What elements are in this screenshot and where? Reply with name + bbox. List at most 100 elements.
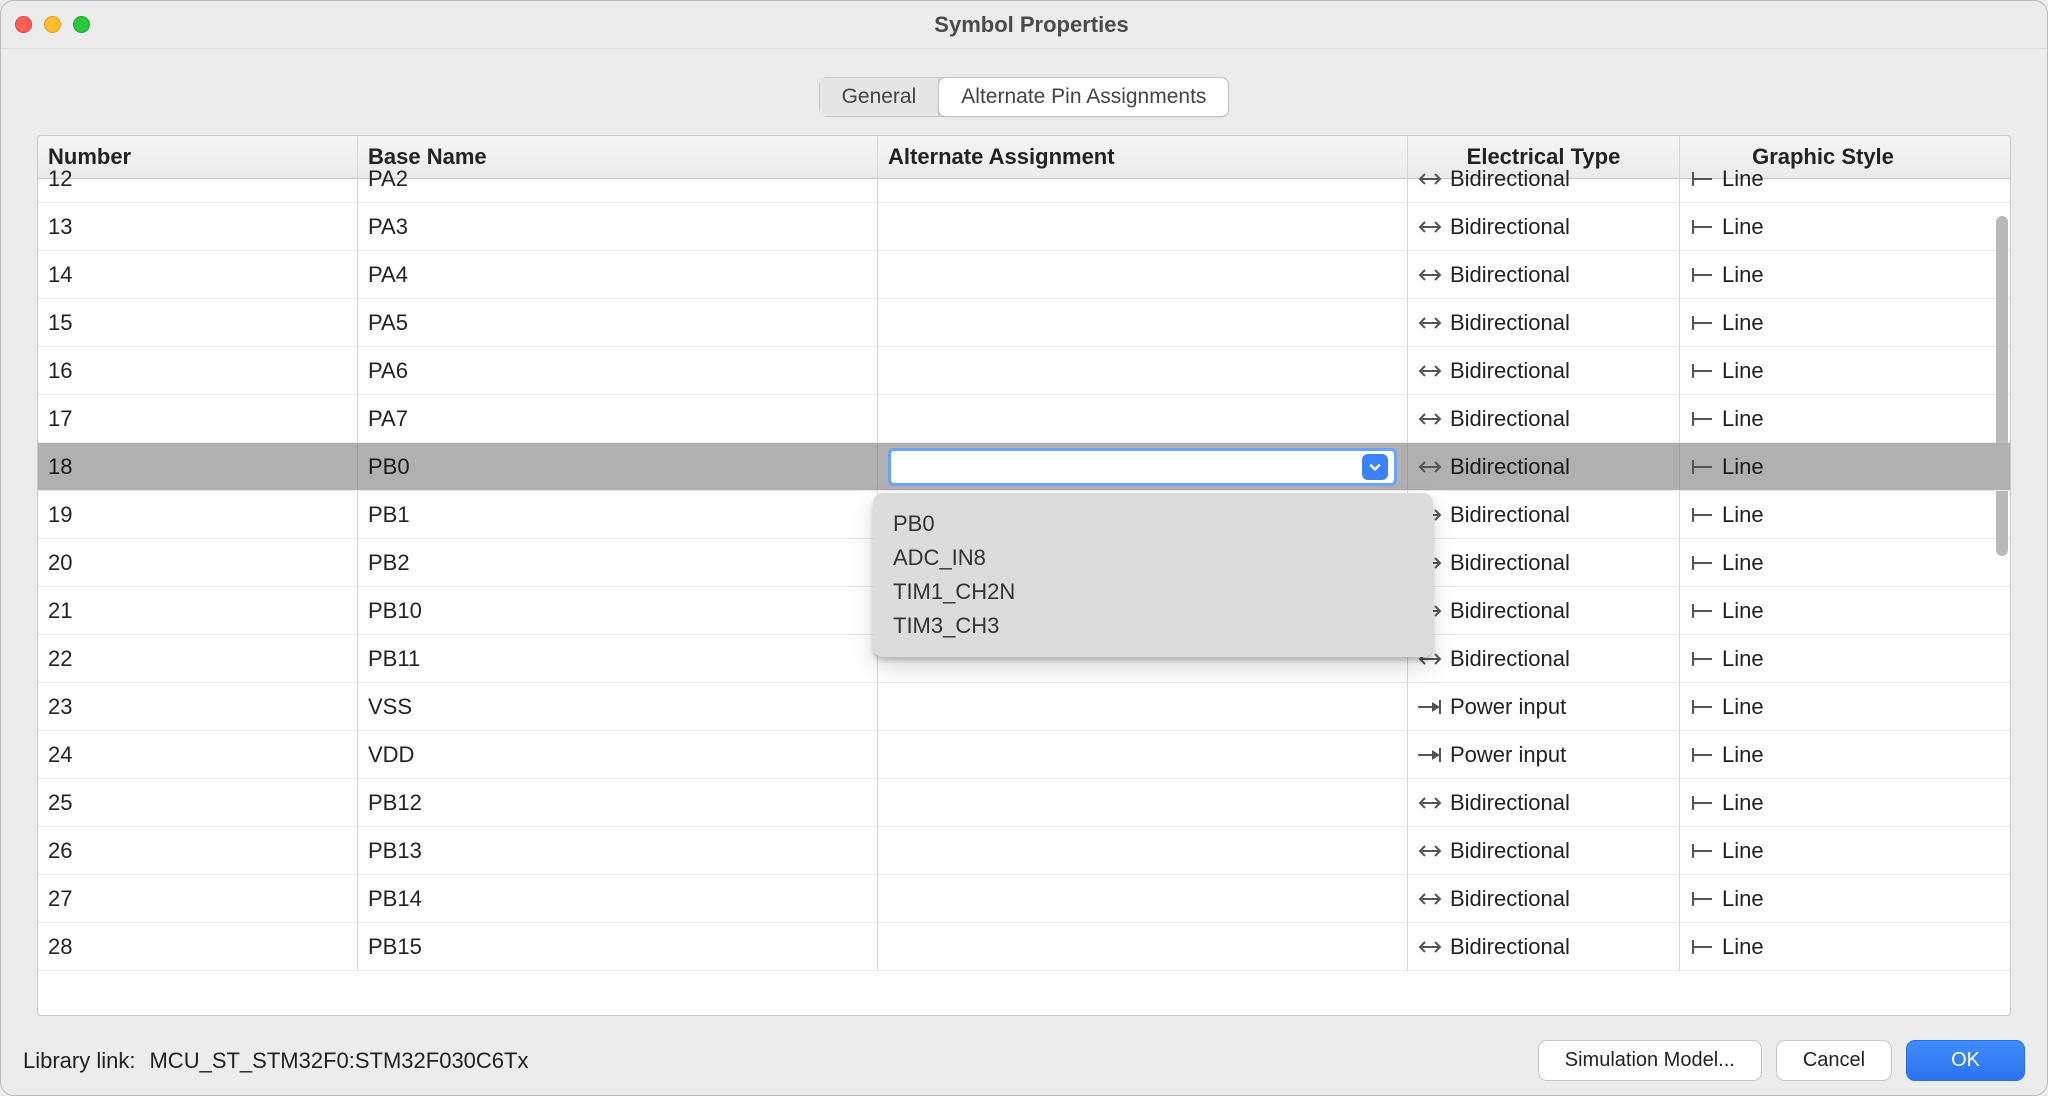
cell-graphic-style[interactable]: Line [1680, 779, 1966, 826]
cell-electrical-type[interactable]: Bidirectional [1408, 923, 1680, 970]
cell-electrical-type[interactable]: Bidirectional [1408, 347, 1680, 394]
cell-number[interactable]: 22 [38, 635, 358, 682]
cell-electrical-type[interactable]: Bidirectional [1408, 203, 1680, 250]
cell-electrical-type[interactable]: Bidirectional [1408, 539, 1680, 586]
cell-base-name[interactable]: PB2 [358, 539, 878, 586]
cell-number[interactable]: 20 [38, 539, 358, 586]
table-body[interactable]: 12PA2BidirectionalLine13PA3Bidirectional… [38, 155, 2010, 1015]
vertical-scrollbar[interactable] [1996, 216, 2008, 556]
cell-graphic-style[interactable]: Line [1680, 827, 1966, 874]
cell-alternate[interactable] [878, 683, 1408, 730]
cell-electrical-type[interactable]: Bidirectional [1408, 299, 1680, 346]
cell-base-name[interactable]: VDD [358, 731, 878, 778]
cell-graphic-style[interactable]: Line [1680, 587, 1966, 634]
cell-alternate[interactable] [878, 875, 1408, 922]
dropdown-item[interactable]: ADC_IN8 [891, 541, 1415, 575]
cell-graphic-style[interactable]: Line [1680, 923, 1966, 970]
tab-alternate-pin-assignments[interactable]: Alternate Pin Assignments [938, 77, 1229, 117]
cell-base-name[interactable]: PB13 [358, 827, 878, 874]
cell-number[interactable]: 13 [38, 203, 358, 250]
cell-graphic-style[interactable]: Line [1680, 299, 1966, 346]
chevron-down-icon[interactable] [1362, 454, 1388, 480]
table-row[interactable]: 28PB15 BidirectionalLine [38, 923, 2010, 971]
cell-electrical-type[interactable]: Bidirectional [1408, 155, 1680, 202]
cell-base-name[interactable]: VSS [358, 683, 878, 730]
table-row[interactable]: 25PB12 BidirectionalLine [38, 779, 2010, 827]
cell-electrical-type[interactable]: Bidirectional [1408, 491, 1680, 538]
cell-electrical-type[interactable]: Bidirectional [1408, 635, 1680, 682]
cell-electrical-type[interactable]: Power input [1408, 731, 1680, 778]
table-row[interactable]: 24VDD Power inputLine [38, 731, 2010, 779]
table-row[interactable]: 26PB13 BidirectionalLine [38, 827, 2010, 875]
zoom-window-button[interactable] [73, 16, 90, 33]
cell-base-name[interactable]: PA4 [358, 251, 878, 298]
dropdown-item[interactable]: TIM1_CH2N [891, 575, 1415, 609]
cell-electrical-type[interactable]: Bidirectional [1408, 779, 1680, 826]
cell-graphic-style[interactable]: Line [1680, 539, 1966, 586]
alternate-combo[interactable]: PB0ADC_IN8TIM1_CH2NTIM3_CH3 [888, 448, 1397, 486]
minimize-window-button[interactable] [44, 16, 61, 33]
cell-base-name[interactable]: PB14 [358, 875, 878, 922]
cell-alternate[interactable] [878, 347, 1408, 394]
table-row[interactable]: 27PB14 BidirectionalLine [38, 875, 2010, 923]
cell-base-name[interactable]: PA2 [358, 155, 878, 202]
cell-base-name[interactable]: PA7 [358, 395, 878, 442]
cell-electrical-type[interactable]: Bidirectional [1408, 875, 1680, 922]
alternate-dropdown[interactable]: PB0ADC_IN8TIM1_CH2NTIM3_CH3 [873, 493, 1433, 657]
cell-graphic-style[interactable]: Line [1680, 203, 1966, 250]
cell-graphic-style[interactable]: Line [1680, 683, 1966, 730]
cell-electrical-type[interactable]: Bidirectional [1408, 827, 1680, 874]
cell-electrical-type[interactable]: Bidirectional [1408, 443, 1680, 490]
cell-number[interactable]: 28 [38, 923, 358, 970]
cell-number[interactable]: 27 [38, 875, 358, 922]
cell-alternate[interactable] [878, 155, 1408, 202]
cell-base-name[interactable]: PB15 [358, 923, 878, 970]
cell-graphic-style[interactable]: Line [1680, 731, 1966, 778]
close-window-button[interactable] [15, 16, 32, 33]
cell-number[interactable]: 12 [38, 155, 358, 202]
cell-graphic-style[interactable]: Line [1680, 443, 1966, 490]
table-row[interactable]: 16PA6BidirectionalLine [38, 347, 2010, 395]
cell-graphic-style[interactable]: Line [1680, 395, 1966, 442]
cell-number[interactable]: 19 [38, 491, 358, 538]
cell-number[interactable]: 14 [38, 251, 358, 298]
cell-number[interactable]: 26 [38, 827, 358, 874]
table-row[interactable]: 14PA4BidirectionalLine [38, 251, 2010, 299]
alternate-combo-input[interactable] [899, 455, 1362, 478]
cell-electrical-type[interactable]: Bidirectional [1408, 587, 1680, 634]
table-row[interactable]: 18PB0 PB0ADC_IN8TIM1_CH2NTIM3_CH3 Bidirect… [38, 443, 2010, 491]
cell-graphic-style[interactable]: Line [1680, 635, 1966, 682]
dropdown-item[interactable]: PB0 [891, 507, 1415, 541]
cell-number[interactable]: 17 [38, 395, 358, 442]
cell-number[interactable]: 24 [38, 731, 358, 778]
cell-alternate[interactable] [878, 779, 1408, 826]
cell-graphic-style[interactable]: Line [1680, 875, 1966, 922]
table-row[interactable]: 13PA3BidirectionalLine [38, 203, 2010, 251]
table-row[interactable]: 15PA5BidirectionalLine [38, 299, 2010, 347]
dropdown-item[interactable]: TIM3_CH3 [891, 609, 1415, 643]
cell-base-name[interactable]: PB12 [358, 779, 878, 826]
simulation-model-button[interactable]: Simulation Model... [1538, 1040, 1762, 1081]
cell-alternate[interactable] [878, 827, 1408, 874]
table-row[interactable]: 12PA2 BidirectionalLine [38, 155, 2010, 203]
table-row[interactable]: 17PA7BidirectionalLine [38, 395, 2010, 443]
cell-base-name[interactable]: PB10 [358, 587, 878, 634]
cell-graphic-style[interactable]: Line [1680, 155, 1966, 202]
cell-electrical-type[interactable]: Bidirectional [1408, 251, 1680, 298]
ok-button[interactable]: OK [1906, 1040, 2025, 1081]
table-row[interactable]: 23VSSPower inputLine [38, 683, 2010, 731]
cell-base-name[interactable]: PB0 [358, 443, 878, 490]
cell-alternate[interactable] [878, 923, 1408, 970]
cell-electrical-type[interactable]: Power input [1408, 683, 1680, 730]
tab-general[interactable]: General [820, 78, 940, 116]
cell-alternate[interactable] [878, 203, 1408, 250]
cell-number[interactable]: 18 [38, 443, 358, 490]
cell-graphic-style[interactable]: Line [1680, 347, 1966, 394]
cell-alternate[interactable] [878, 395, 1408, 442]
cell-alternate[interactable] [878, 731, 1408, 778]
cell-number[interactable]: 16 [38, 347, 358, 394]
cell-number[interactable]: 25 [38, 779, 358, 826]
cell-base-name[interactable]: PB11 [358, 635, 878, 682]
cell-alternate[interactable] [878, 251, 1408, 298]
cell-alternate[interactable] [878, 299, 1408, 346]
